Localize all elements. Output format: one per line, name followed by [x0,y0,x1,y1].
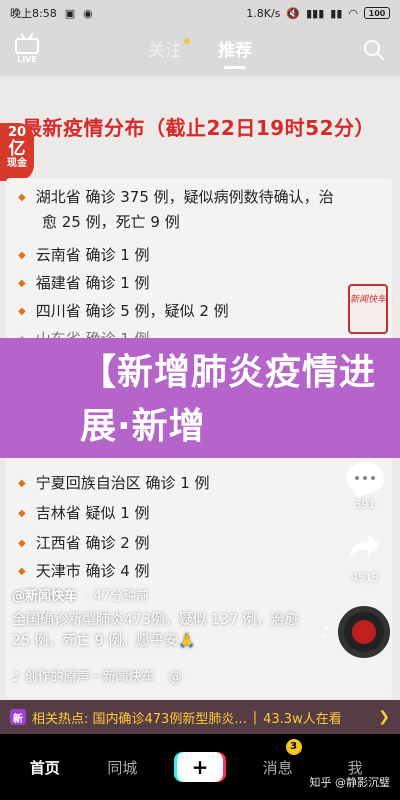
tab-following[interactable]: 关注 [148,36,190,67]
chevron-right-icon: ❯ [378,709,390,725]
list-item: ◆ 宁夏回族自治区 确诊 1 例 [18,474,210,492]
battery-icon: 100 [364,7,390,19]
nav-messages[interactable]: 3 消息 [239,738,317,778]
top-nav: LIVE 关注 推荐 [0,26,400,76]
watermark: 知乎 @静影沉璧 [309,776,391,789]
list-item: ◆ 湖北省 确诊 375 例，疑似病例数待确认，治 愈 25 例，死亡 9 例 [18,188,334,231]
nav-nearby[interactable]: 同城 [84,757,162,778]
signal-icon: ▮▮▮ [306,6,325,20]
signal-2-icon: ▮▮ [330,6,343,20]
hot-topic-text: 相关热点: 国内确诊473例新型肺炎... [32,711,247,727]
comment-icon [346,462,384,499]
bottom-nav: 首页 同城 + 3 消息 我 [0,734,400,800]
wifi-icon: ◠ [348,6,358,20]
list-item: ◆ 江西省 确诊 2 例 [18,534,150,552]
author-name[interactable]: @新闻快车 [12,589,77,604]
tab-recommended[interactable]: 推荐 [218,36,252,67]
music-disc[interactable] [338,606,390,658]
comment-count: 391 [354,498,376,511]
notification-icon: ▣ [64,6,76,20]
app-notification-icon: ◉ [83,6,93,20]
post-time: · 47分钟前 [85,589,149,604]
nav-create[interactable]: + [161,752,239,782]
message-badge: 3 [285,738,302,755]
share-icon [349,534,380,560]
music-title: 创作的原声－新闻快车 [24,670,155,685]
headline-banner: 【新增肺炎疫情进展·新增 [0,338,400,458]
music-line[interactable]: ♪ 创作的原声－新闻快车 @ [12,666,182,685]
status-bar: 晚上8:58 ▣ ◉ 1.8K/s 🔇 ▮▮▮ ▮▮ ◠ 100 [0,0,400,26]
cash-promo-badge[interactable]: 20 亿 现金 [0,123,34,181]
share-count: 4513 [351,571,379,584]
hot-topic-bar[interactable]: 新 相关热点: 国内确诊473例新型肺炎... | 43.3w人在看 ❯ [0,700,400,734]
list-item: ◆ 云南省 确诊 1 例 [18,246,150,264]
plus-icon: + [176,752,223,782]
share-button[interactable]: 4513 [340,530,390,584]
hot-topic-count: 43.3w人在看 [263,711,342,727]
music-note-icon: ♪ [12,670,21,685]
nav-home[interactable]: 首页 [6,757,84,778]
comment-button[interactable]: 391 [340,462,390,511]
author-line[interactable]: @新闻快车 · 47分钟前 [12,585,149,604]
video-caption: 全国确诊新型肺炎473例，疑似 137 例，治愈 25 例，死亡 9 例。愿平安… [12,612,299,649]
list-item: ◆ 福建省 确诊 1 例 [18,274,150,292]
list-item: ◆ 四川省 确诊 5 例，疑似 2 例 [18,302,229,320]
search-icon[interactable] [362,38,386,62]
floating-note-icon: ♪ [319,622,330,641]
mute-icon: 🔇 [286,6,301,20]
new-content-dot [184,37,190,44]
live-icon[interactable]: LIVE [14,36,40,64]
list-item: ◆ 吉林省 疑似 1 例 [18,504,150,522]
hot-topic-icon: 新 [10,709,26,725]
list-item: ◆ 天津市 确诊 4 例 [18,562,150,580]
news-stamp-logo: 新闻快车 [348,284,388,334]
network-speed: 1.8K/s [246,6,281,20]
video-headline: 最新疫情分布（截止22日19时52分） [22,116,375,140]
status-time: 晚上8:58 [10,7,57,20]
